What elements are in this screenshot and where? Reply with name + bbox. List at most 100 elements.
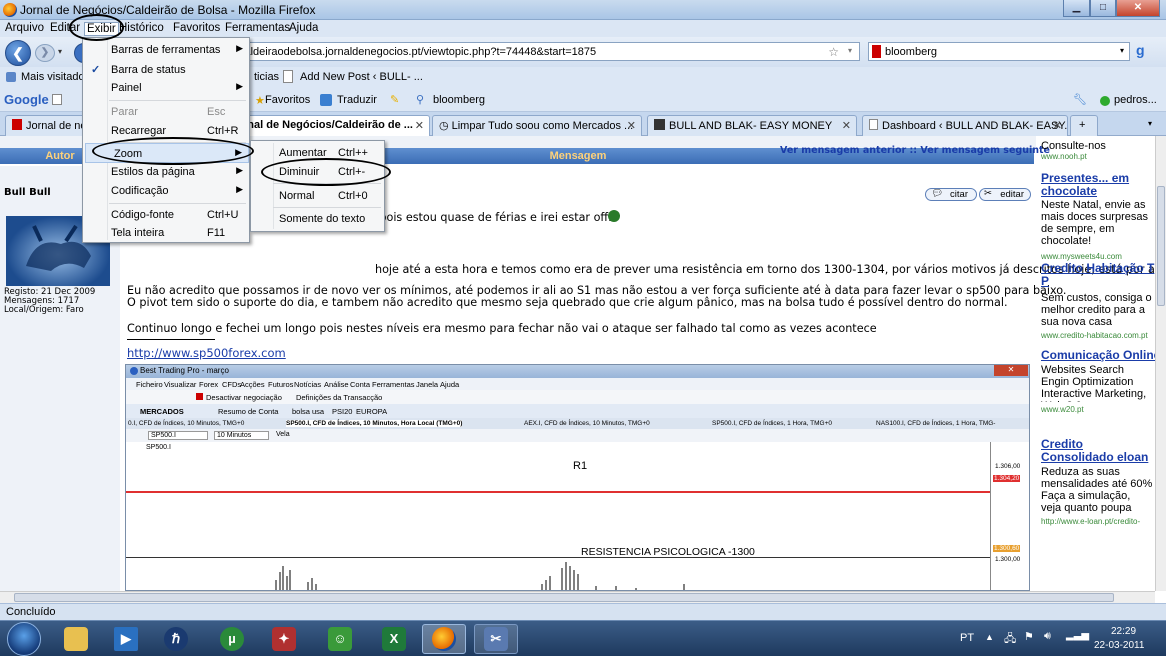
taskbar-hp[interactable]: ℏ (154, 624, 198, 654)
taskbar-excel[interactable]: X (372, 624, 416, 654)
taskbar-snipping[interactable]: ✂ (474, 624, 518, 654)
clock-time[interactable]: 22:29 (1111, 626, 1136, 637)
scrollbar-thumb[interactable] (14, 593, 1114, 602)
search-dropdown-icon[interactable]: ▾ (1120, 46, 1124, 55)
post-author[interactable]: Bull Bull (4, 187, 51, 198)
vertical-scrollbar[interactable] (1155, 136, 1166, 591)
url-dropdown-icon[interactable]: ▾ (848, 46, 852, 55)
annotation-ellipse-zoom (92, 137, 254, 165)
tab-close-icon[interactable]: ✕ (1053, 119, 1062, 132)
menu-favoritos[interactable]: Favoritos (173, 22, 220, 34)
volume-icon[interactable]: 🔊︎ (1044, 630, 1051, 643)
ad-0-url[interactable]: www.nooh.pt (1041, 151, 1087, 163)
submenu-arrow-icon: ▶ (236, 43, 243, 53)
menu-item-page-styles[interactable]: Estilos da página ▶ (83, 162, 249, 182)
menu-arquivo[interactable]: Arquivo (5, 22, 44, 34)
ad-4-url[interactable]: http://www.e-loan.pt/credito- (1041, 516, 1140, 528)
site-favicon (12, 119, 22, 130)
menu-item-toolbars[interactable]: Barras de ferramentas ▶ (83, 40, 249, 60)
menu-item-page-source[interactable]: Código-fonte Ctrl+U (83, 205, 249, 225)
ad-3-title[interactable]: Comunicação Online (1041, 349, 1155, 362)
signature-link[interactable]: http://www.sp500forex.com (127, 346, 286, 360)
ad-4-title[interactable]: Credito Consolidado eloan (1041, 438, 1155, 464)
taskbar-explorer[interactable] (54, 624, 98, 654)
tab-close-icon[interactable]: ✕ (842, 119, 851, 132)
bookmark-noticias[interactable]: ticias (254, 71, 279, 83)
taskbar-messenger[interactable]: ☺ (318, 624, 362, 654)
tray-expand-icon[interactable]: ▲ (985, 632, 994, 642)
highlight-icon[interactable]: ✎ (390, 93, 399, 106)
bloomberg-search-item[interactable]: bloomberg (433, 94, 485, 106)
google-search-icon[interactable]: g (1136, 42, 1158, 61)
bookmark-most-visited[interactable]: Mais visitados (21, 71, 90, 83)
submenu-arrow-icon: ▶ (236, 165, 243, 175)
page-icon (869, 119, 878, 130)
ad-2-title[interactable]: Credito Habitação T P (1041, 262, 1155, 288)
r1-label: R1 (573, 460, 588, 472)
maximize-icon[interactable]: □ (1090, 0, 1116, 17)
url-text: caldeiraodebolsa.jornaldenegocios.pt/vie… (239, 46, 597, 58)
tab-list-icon[interactable]: ▾ (1148, 119, 1152, 128)
taskbar-media[interactable]: ▶ (104, 624, 148, 654)
back-icon[interactable]: ❮ (5, 40, 31, 66)
taskbar-firefox[interactable] (422, 624, 466, 654)
tab-dashboard[interactable]: Dashboard ‹ BULL AND BLAK- EASY... ✕ (862, 115, 1068, 136)
tab-caldeirao-active[interactable]: rnal de Negócios/Caldeirão de ... ✕ (236, 115, 430, 136)
bookmark-star-icon[interactable]: ☆ (828, 45, 839, 59)
window-titlebar: Jornal de Negócios/Caldeirão de Bolsa - … (0, 0, 1166, 20)
flag-icon[interactable]: ⚑ (1024, 630, 1034, 643)
tab-close-icon[interactable]: ✕ (415, 119, 424, 132)
menu-item-zoom-text-only[interactable]: Somente do texto (251, 209, 384, 229)
start-button[interactable] (7, 622, 41, 656)
search-value: bloomberg (885, 46, 937, 58)
traduzir-button[interactable]: Traduzir (337, 94, 377, 106)
ad-2-url[interactable]: www.credito-habitacao.com.pt (1041, 330, 1148, 342)
menu-item-panel[interactable]: Painel ▶ (83, 78, 249, 98)
toolbar-menu-icon[interactable] (52, 94, 62, 105)
signal-icon[interactable]: ▂▃▅ (1066, 630, 1089, 641)
horizontal-scrollbar[interactable] (0, 591, 1155, 603)
bookmark-add-new-post[interactable]: Add New Post ‹ BULL- ... (300, 71, 423, 83)
submenu-arrow-icon: ▶ (236, 81, 243, 91)
edit-button[interactable]: ✂ editar (979, 188, 1031, 201)
ad-3-url[interactable]: www.w20.pt (1041, 404, 1084, 416)
close-icon[interactable]: ✕ (1116, 0, 1160, 17)
search-engine-icon[interactable] (872, 45, 881, 58)
menu-item-full-screen[interactable]: Tela inteira F11 (83, 223, 249, 243)
new-tab-button[interactable]: + (1070, 115, 1098, 136)
quote-button[interactable]: 💬︎ citar (925, 188, 977, 201)
tab-close-icon[interactable]: ✕ (627, 119, 636, 132)
taskbar-utorrent[interactable]: µ (210, 624, 254, 654)
search-input[interactable]: bloomberg ▾ (868, 42, 1130, 61)
utorrent-icon: µ (220, 627, 244, 651)
blog-favicon (654, 119, 665, 130)
clock-date[interactable]: 22-03-2011 (1094, 640, 1144, 651)
ad-1-title[interactable]: Presentes... em chocolate (1041, 172, 1155, 198)
menu-item-stop[interactable]: Parar Esc (83, 102, 249, 122)
search-icon: ⚲ (416, 94, 425, 106)
language-indicator[interactable]: PT (960, 632, 974, 644)
menu-item-encoding[interactable]: Codificação ▶ (83, 181, 249, 201)
message-nav-links[interactable]: Ver mensagem anterior :: Ver mensagem se… (780, 145, 1050, 156)
wrench-icon[interactable]: 🔧︎ (1073, 93, 1087, 106)
scrollbar-thumb[interactable] (1157, 186, 1165, 306)
tab-bull-and-blak[interactable]: BULL AND BLAK- EASY MONEY ✕ (647, 115, 857, 136)
menu-item-status-bar[interactable]: ✓ Barra de status (83, 60, 249, 80)
network-icon[interactable]: 🖧︎ (1004, 630, 1016, 649)
app-toolbar: Desactivar negociação Definições da Tran… (126, 390, 1029, 404)
menu-item-zoom-reset[interactable]: Normal Ctrl+0 (251, 186, 384, 206)
forward-icon[interactable]: ❯ (35, 44, 55, 62)
history-dropdown-icon[interactable]: ▾ (58, 47, 62, 56)
app-doc-tabs: 0.I, CFD de Índices, 10 Minutos, TMG+0 S… (126, 418, 1029, 429)
minimize-icon[interactable]: ▁ (1063, 0, 1090, 17)
menu-ajuda[interactable]: Ajuda (289, 22, 318, 34)
url-bar[interactable]: caldeiraodebolsa.jornaldenegocios.pt/vie… (230, 42, 860, 61)
tab-limpar-tudo[interactable]: ◷ Limpar Tudo soou como Mercados ... ✕ (432, 115, 642, 136)
menu-ferramentas[interactable]: Ferramentas (225, 22, 290, 34)
google-user[interactable]: pedros... (1114, 94, 1157, 106)
menu-historico[interactable]: Histórico (119, 22, 164, 34)
signature-divider (127, 339, 215, 340)
annotation-ellipse-exibir (69, 14, 124, 41)
taskbar-paint[interactable]: ✦ (262, 624, 306, 654)
favoritos-button[interactable]: Favoritos (265, 94, 310, 106)
